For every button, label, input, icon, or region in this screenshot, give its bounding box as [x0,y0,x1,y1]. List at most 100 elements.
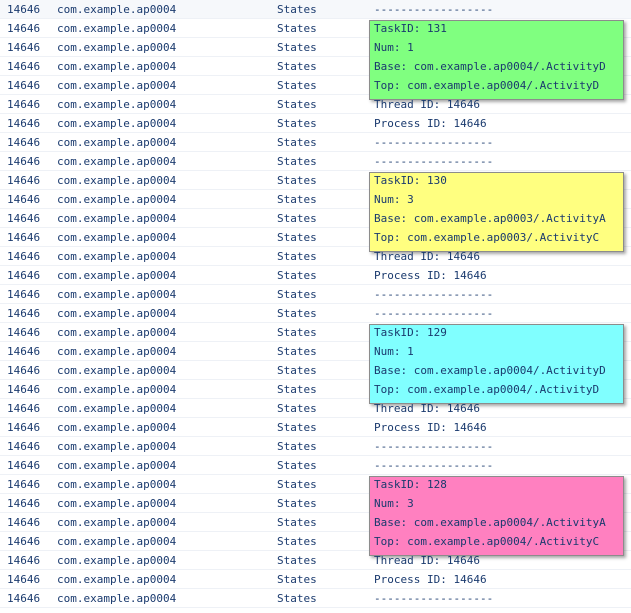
log-message: TaskID: 131 [374,22,447,35]
log-pid: 14646 [7,592,41,605]
log-tag: States [277,440,317,453]
log-application: com.example.ap0004 [57,516,177,529]
log-pid: 14646 [7,155,41,168]
log-tag: States [277,212,317,225]
log-pid: 14646 [7,60,41,73]
log-message: Thread ID: 14646 [374,98,480,111]
log-application: com.example.ap0004 [57,174,177,187]
log-row[interactable]: 14646 com.example.ap0004 States Base: com.e… [0,513,631,532]
log-row[interactable]: 14646 com.example.ap0004 States Base: com.e… [0,209,631,228]
log-row[interactable]: 14646 com.example.ap0004 States Process ID:… [0,266,631,285]
log-application: com.example.ap0004 [57,155,177,168]
log-row[interactable]: 14646 com.example.ap0004 States -----------… [0,152,631,171]
log-application: com.example.ap0004 [57,79,177,92]
log-tag: States [277,364,317,377]
log-application: com.example.ap0004 [57,402,177,415]
log-row[interactable]: 14646 com.example.ap0004 States -----------… [0,0,631,19]
log-message: Thread ID: 14646 [374,250,480,263]
log-row[interactable]: 14646 com.example.ap0004 States Process ID:… [0,418,631,437]
log-row[interactable]: 14646 com.example.ap0004 States Process ID:… [0,114,631,133]
log-row[interactable]: 14646 com.example.ap0004 States -----------… [0,133,631,152]
log-message: Top: com.example.ap0004/.ActivityC [374,535,600,548]
log-message: ------------------ [374,440,494,453]
log-message: Thread ID: 14646 [374,402,480,415]
log-tag: States [277,421,317,434]
log-pid: 14646 [7,3,41,16]
log-tag: States [277,402,317,415]
log-pid: 14646 [7,79,41,92]
log-message: Num: 3 [374,497,414,510]
log-tag: States [277,22,317,35]
log-row[interactable]: 14646 com.example.ap0004 States -----------… [0,304,631,323]
log-pid: 14646 [7,22,41,35]
log-tag: States [277,193,317,206]
log-pid: 14646 [7,269,41,282]
log-tag: States [277,516,317,529]
log-row[interactable]: 14646 com.example.ap0004 States -----------… [0,456,631,475]
log-tag: States [277,326,317,339]
log-pid: 14646 [7,231,41,244]
log-row[interactable]: 14646 com.example.ap0004 States Process ID:… [0,570,631,589]
log-pid: 14646 [7,174,41,187]
log-application: com.example.ap0004 [57,364,177,377]
log-row[interactable]: 14646 com.example.ap0004 States Top: com.ex… [0,380,631,399]
log-application: com.example.ap0004 [57,22,177,35]
log-tag: States [277,383,317,396]
log-message: ------------------ [374,288,494,301]
log-message: ------------------ [374,459,494,472]
log-application: com.example.ap0004 [57,41,177,54]
log-pid: 14646 [7,554,41,567]
log-row[interactable]: 14646 com.example.ap0004 States -----------… [0,285,631,304]
log-tag: States [277,459,317,472]
log-application: com.example.ap0004 [57,421,177,434]
log-message: Top: com.example.ap0004/.ActivityD [374,79,600,92]
log-tag: States [277,345,317,358]
log-tag: States [277,117,317,130]
log-tag: States [277,307,317,320]
log-tag: States [277,554,317,567]
log-message: Thread ID: 14646 [374,554,480,567]
log-row[interactable]: 14646 com.example.ap0004 States Top: com.ex… [0,532,631,551]
log-application: com.example.ap0004 [57,231,177,244]
log-message: ------------------ [374,592,494,605]
log-application: com.example.ap0004 [57,269,177,282]
log-application: com.example.ap0004 [57,573,177,586]
log-application: com.example.ap0004 [57,326,177,339]
log-row[interactable]: 14646 com.example.ap0004 States Top: com.ex… [0,228,631,247]
log-application: com.example.ap0004 [57,307,177,320]
log-row[interactable]: 14646 com.example.ap0004 States Base: com.e… [0,361,631,380]
log-message: Process ID: 14646 [374,421,487,434]
log-pid: 14646 [7,478,41,491]
log-tag: States [277,269,317,282]
log-application: com.example.ap0004 [57,250,177,263]
log-pid: 14646 [7,383,41,396]
log-tag: States [277,288,317,301]
log-tag: States [277,592,317,605]
log-application: com.example.ap0004 [57,98,177,111]
log-application: com.example.ap0004 [57,136,177,149]
log-application: com.example.ap0004 [57,60,177,73]
log-row[interactable]: 14646 com.example.ap0004 States Top: com.ex… [0,76,631,95]
log-message: Top: com.example.ap0003/.ActivityC [374,231,600,244]
log-pid: 14646 [7,535,41,548]
log-message: Num: 3 [374,193,414,206]
log-row[interactable]: 14646 com.example.ap0004 States Base: com.e… [0,57,631,76]
log-row[interactable]: 14646 com.example.ap0004 States -----------… [0,589,631,608]
log-tag: States [277,136,317,149]
log-tag: States [277,250,317,263]
log-application: com.example.ap0004 [57,592,177,605]
log-pid: 14646 [7,459,41,472]
log-message: Process ID: 14646 [374,573,487,586]
log-pid: 14646 [7,288,41,301]
log-pid: 14646 [7,364,41,377]
log-tag: States [277,3,317,16]
log-message: TaskID: 128 [374,478,447,491]
log-pid: 14646 [7,516,41,529]
log-pid: 14646 [7,573,41,586]
log-application: com.example.ap0004 [57,3,177,16]
log-message: Base: com.example.ap0003/.ActivityA [374,212,606,225]
log-message: TaskID: 130 [374,174,447,187]
log-row[interactable]: 14646 com.example.ap0004 States -----------… [0,437,631,456]
log-message: Num: 1 [374,41,414,54]
log-application: com.example.ap0004 [57,535,177,548]
